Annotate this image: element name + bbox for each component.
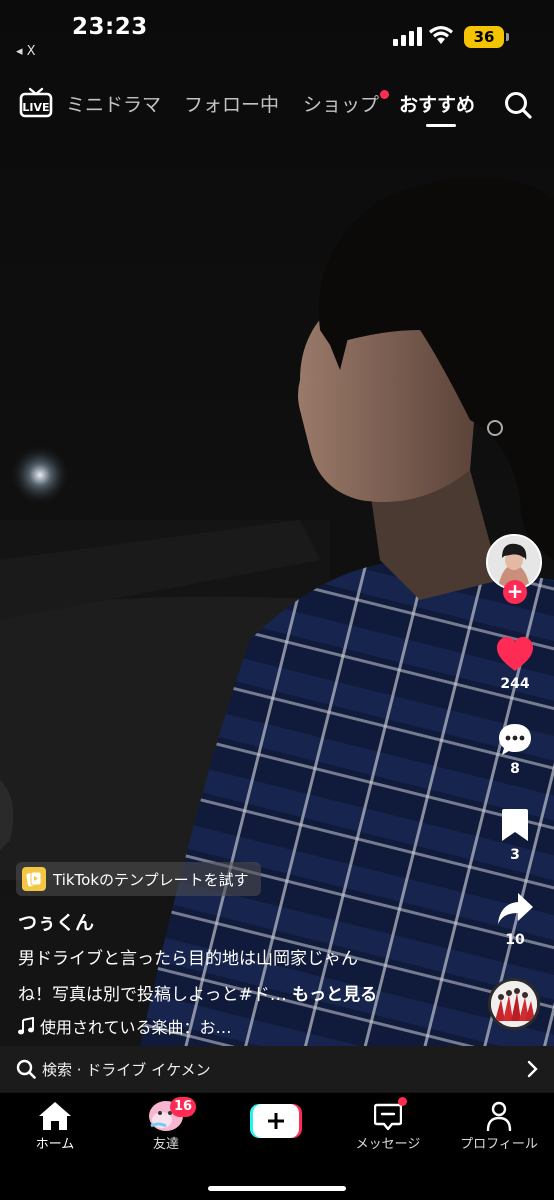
caption-line-1: 男ドライブと言ったら目的地は山岡家じゃん — [18, 949, 358, 969]
nav-home[interactable]: ホーム — [0, 1093, 110, 1153]
template-chip[interactable]: TikTokのテンプレートを試す — [16, 862, 261, 896]
comment-icon[interactable] — [497, 722, 533, 758]
caption-text: ね！写真は別で投稿しよっと#ド… — [18, 985, 287, 1005]
chevron-right-icon — [527, 1060, 538, 1078]
nav-inbox-label: メッセージ — [355, 1137, 421, 1152]
home-indicator[interactable] — [208, 1186, 346, 1191]
live-label: LIVE — [22, 101, 49, 114]
template-label: TikTokのテンプレートを試す — [53, 870, 249, 889]
music-info[interactable]: 使用されている楽曲：お… — [18, 1014, 232, 1038]
share-icon[interactable] — [496, 890, 534, 928]
bookmark-count: 3 — [510, 847, 520, 863]
search-icon[interactable] — [503, 90, 533, 120]
template-icon — [22, 867, 46, 891]
tab-for-you[interactable]: おすすめ — [399, 90, 475, 117]
nav-friends[interactable]: 友達 — [111, 1093, 221, 1153]
inbox-notification-dot — [398, 1097, 407, 1106]
live-icon[interactable]: LIVE — [19, 86, 53, 118]
create-icon[interactable] — [250, 1104, 302, 1138]
clock: 23:23 — [72, 14, 148, 40]
video-feed[interactable]: 23:23 ◂ X 36 LIVE ミニドラマ フォロー中 ショップ おすすめ — [0, 0, 554, 1200]
share-count: 10 — [505, 932, 525, 948]
see-more-link[interactable]: もっと見る — [292, 985, 377, 1005]
follow-button[interactable]: + — [503, 580, 527, 604]
creator-avatar-button[interactable]: + — [486, 534, 544, 604]
inbox-icon — [374, 1103, 402, 1131]
related-search-text: 検索 · ドライブ イケメン — [42, 1061, 211, 1079]
like-count: 244 — [500, 676, 530, 692]
back-to-app-link[interactable]: ◂ X — [16, 44, 36, 59]
nav-profile[interactable]: プロフィール — [444, 1093, 554, 1153]
shop-notification-dot — [380, 90, 389, 99]
status-bar: 23:23 ◂ X 36 — [0, 0, 554, 60]
like-heart-icon[interactable] — [495, 636, 535, 672]
search-icon — [16, 1059, 36, 1079]
battery-cap — [506, 33, 509, 41]
profile-icon — [486, 1101, 512, 1131]
music-disc[interactable] — [488, 978, 540, 1030]
nav-friends-label: 友達 — [152, 1137, 179, 1152]
music-title: 使用されている楽曲：お… — [40, 1018, 232, 1037]
home-icon — [39, 1102, 71, 1130]
nav-profile-label: プロフィール — [460, 1137, 538, 1152]
music-cover-image — [491, 981, 537, 1027]
signal-icon — [393, 27, 422, 46]
nav-inbox[interactable]: メッセージ — [333, 1093, 443, 1153]
active-tab-indicator — [426, 124, 456, 127]
tab-mini-drama[interactable]: ミニドラマ — [66, 90, 161, 117]
related-search-bar[interactable]: 検索 · ドライブ イケメン — [0, 1046, 554, 1092]
tab-following[interactable]: フォロー中 — [184, 90, 279, 117]
caption-line-2: ね！写真は別で投稿しよっと#ド… もっと見る — [18, 980, 377, 1005]
comment-count: 8 — [510, 761, 520, 777]
bookmark-icon[interactable] — [501, 808, 529, 842]
top-nav: LIVE ミニドラマ フォロー中 ショップ おすすめ — [0, 80, 554, 130]
author-name[interactable]: つぅくん — [18, 908, 94, 935]
music-note-icon — [18, 1017, 34, 1035]
friends-badge: 16 — [170, 1097, 197, 1117]
wifi-icon — [429, 26, 453, 44]
battery-indicator: 36 — [464, 26, 504, 48]
nav-home-label: ホーム — [35, 1137, 75, 1152]
tab-shop[interactable]: ショップ — [303, 90, 379, 117]
